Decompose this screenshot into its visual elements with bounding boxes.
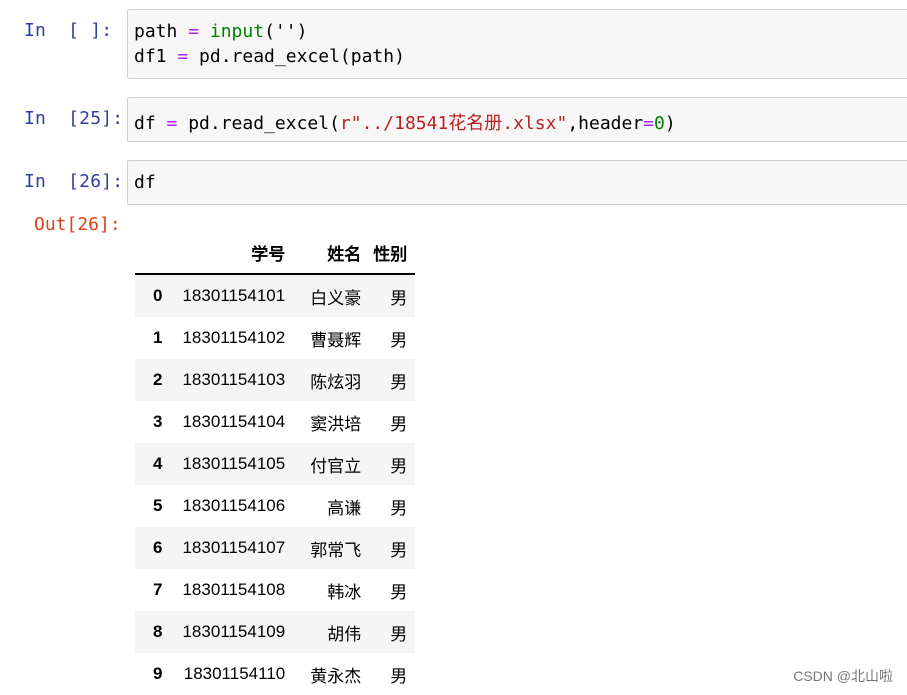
row-index: 1 [153, 328, 163, 347]
cell-id: 18301154107 [182, 538, 286, 557]
code-line: df1 = pd.read_excel(path) [134, 46, 405, 67]
cell-1-prompt: In [ ]: [24, 20, 113, 41]
table-header-row: 学号 姓名 性别 [135, 232, 416, 275]
cell-3-prompt: In [26]: [24, 171, 124, 192]
cell-sex: 男 [390, 414, 408, 434]
cell-sex: 男 [390, 540, 408, 560]
cell-name: 陈炫羽 [310, 372, 362, 392]
cell-name: 胡伟 [327, 624, 362, 644]
cell-id: 18301154109 [182, 622, 286, 641]
cell-id: 18301154106 [182, 496, 286, 515]
row-index: 9 [153, 664, 163, 683]
table-row: 6 18301154107 郭常飞 男 [135, 527, 416, 569]
code-line: df [134, 172, 156, 193]
cell-sex: 男 [390, 498, 408, 518]
row-index: 8 [153, 622, 163, 641]
cell-2-prompt: In [25]: [24, 108, 124, 129]
column-header: 性别 [367, 232, 416, 275]
table-row: 0 18301154101 白义豪 男 [135, 274, 416, 317]
row-index: 0 [153, 286, 163, 305]
code-line: path = input('') [134, 21, 308, 42]
cell-sex: 男 [390, 456, 408, 476]
code-cell-1[interactable]: path = input('') df1 = pd.read_excel(pat… [127, 9, 907, 79]
cell-id: 18301154105 [182, 454, 286, 473]
table-row: 2 18301154103 陈炫羽 男 [135, 359, 416, 401]
cell-id: 18301154104 [182, 412, 286, 431]
table-row: 7 18301154108 韩冰 男 [135, 569, 416, 611]
dataframe-table: 学号 姓名 性别 0 18301154101 白义豪 男 1 183011541… [135, 232, 416, 695]
cell-id: 18301154103 [182, 370, 286, 389]
table-row: 3 18301154104 窦洪培 男 [135, 401, 416, 443]
cell-name: 白义豪 [310, 288, 362, 308]
table-row: 8 18301154109 胡伟 男 [135, 611, 416, 653]
cell-id: 18301154110 [183, 664, 286, 683]
cell-id: 18301154101 [182, 286, 286, 305]
column-header: 学号 [174, 232, 298, 275]
cell-name: 窦洪培 [310, 414, 362, 434]
row-index: 4 [153, 454, 163, 473]
cell-name: 郭常飞 [310, 540, 362, 560]
code-cell-2[interactable]: df = pd.read_excel(r"../18541花名册.xlsx",h… [127, 97, 907, 142]
cell-name: 付官立 [310, 456, 362, 476]
cell-id: 18301154102 [182, 328, 286, 347]
row-index: 5 [153, 496, 163, 515]
row-index: 3 [153, 412, 163, 431]
code-line: df = pd.read_excel(r"../18541花名册.xlsx",h… [134, 113, 676, 134]
cell-name: 黄永杰 [310, 666, 362, 686]
row-index: 2 [153, 370, 163, 389]
output-prompt: Out[26]: [34, 214, 121, 235]
cell-sex: 男 [390, 666, 408, 686]
index-header [135, 232, 175, 275]
row-index: 7 [153, 580, 163, 599]
cell-name: 曹聂辉 [310, 330, 362, 350]
cell-name: 高谦 [327, 498, 362, 518]
cell-name: 韩冰 [327, 582, 362, 602]
table-row: 4 18301154105 付官立 男 [135, 443, 416, 485]
watermark: CSDN @北山啦 [793, 668, 893, 684]
cell-sex: 男 [390, 372, 408, 392]
cell-sex: 男 [390, 330, 408, 350]
cell-sex: 男 [390, 624, 408, 644]
cell-id: 18301154108 [182, 580, 286, 599]
column-header: 姓名 [297, 232, 368, 275]
table-row: 9 18301154110 黄永杰 男 [135, 653, 416, 695]
cell-sex: 男 [390, 288, 408, 308]
table-row: 1 18301154102 曹聂辉 男 [135, 317, 416, 359]
cell-sex: 男 [390, 582, 408, 602]
code-cell-3[interactable]: df [127, 160, 907, 205]
table-row: 5 18301154106 高谦 男 [135, 485, 416, 527]
row-index: 6 [153, 538, 163, 557]
